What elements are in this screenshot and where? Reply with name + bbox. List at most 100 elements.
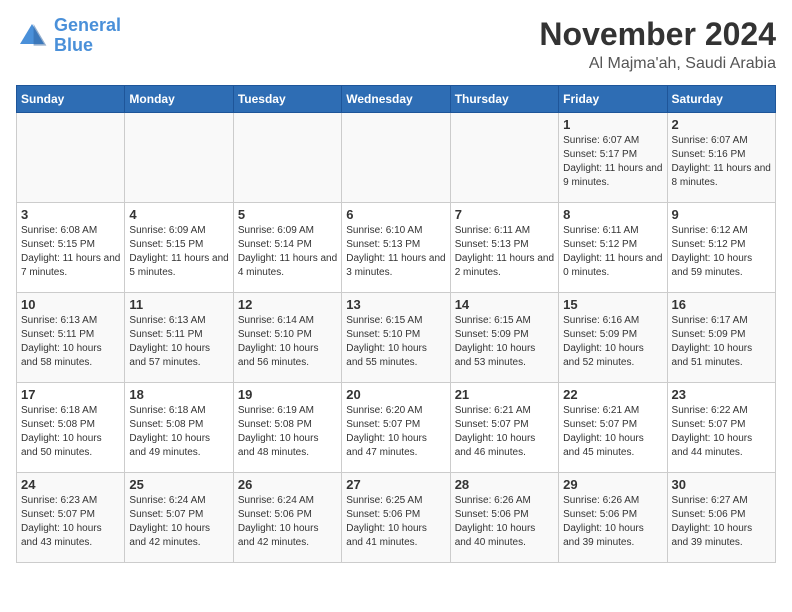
calendar-cell: 24 Sunrise: 6:23 AM Sunset: 5:07 PM Dayli… bbox=[17, 473, 125, 563]
calendar-cell: 25 Sunrise: 6:24 AM Sunset: 5:07 PM Dayli… bbox=[125, 473, 233, 563]
calendar-cell: 22Sunrise: 6:21 AM Sunset: 5:07 PM Dayli… bbox=[559, 383, 667, 473]
calendar-cell: 18 Sunrise: 6:18 AM Sunset: 5:08 PM Dayli… bbox=[125, 383, 233, 473]
calendar-cell bbox=[17, 113, 125, 203]
calendar-week-3: 10 Sunrise: 6:13 AM Sunset: 5:11 PM Dayli… bbox=[17, 293, 776, 383]
day-number: 25 bbox=[129, 477, 228, 492]
calendar-cell: 4 Sunrise: 6:09 AM Sunset: 5:15 PM Daylig… bbox=[125, 203, 233, 293]
day-info: Sunrise: 6:13 AM Sunset: 5:11 PM Dayligh… bbox=[21, 314, 120, 370]
calendar-cell: 9 Sunrise: 6:12 AM Sunset: 5:12 PM Daylig… bbox=[667, 203, 775, 293]
calendar-cell: 6Sunrise: 6:10 AM Sunset: 5:13 PM Daylig… bbox=[342, 203, 450, 293]
day-number: 11 bbox=[129, 297, 228, 312]
header-friday: Friday bbox=[559, 86, 667, 113]
logo-icon bbox=[16, 20, 48, 52]
day-number: 15 bbox=[563, 297, 662, 312]
header-monday: Monday bbox=[125, 86, 233, 113]
day-number: 1 bbox=[563, 117, 662, 132]
day-info: Sunrise: 6:26 AM Sunset: 5:06 PM Dayligh… bbox=[455, 494, 554, 550]
calendar-header: Sunday Monday Tuesday Wednesday Thursday… bbox=[17, 86, 776, 113]
day-number: 8 bbox=[563, 207, 662, 222]
calendar-cell: 15Sunrise: 6:16 AM Sunset: 5:09 PM Dayli… bbox=[559, 293, 667, 383]
day-info: Sunrise: 6:13 AM Sunset: 5:11 PM Dayligh… bbox=[129, 314, 228, 370]
location-title: Al Majma'ah, Saudi Arabia bbox=[539, 55, 776, 73]
day-number: 19 bbox=[238, 387, 337, 402]
day-number: 22 bbox=[563, 387, 662, 402]
calendar-cell: 26Sunrise: 6:24 AM Sunset: 5:06 PM Dayli… bbox=[233, 473, 341, 563]
month-title: November 2024 bbox=[539, 16, 776, 53]
calendar-cell: 3 Sunrise: 6:08 AM Sunset: 5:15 PM Daylig… bbox=[17, 203, 125, 293]
day-info: Sunrise: 6:07 AM Sunset: 5:17 PM Dayligh… bbox=[563, 134, 662, 190]
day-info: Sunrise: 6:27 AM Sunset: 5:06 PM Dayligh… bbox=[672, 494, 771, 550]
logo: General Blue bbox=[16, 16, 121, 56]
calendar-cell: 17Sunrise: 6:18 AM Sunset: 5:08 PM Dayli… bbox=[17, 383, 125, 473]
day-number: 4 bbox=[129, 207, 228, 222]
day-info: Sunrise: 6:22 AM Sunset: 5:07 PM Dayligh… bbox=[672, 404, 771, 460]
day-number: 20 bbox=[346, 387, 445, 402]
calendar-cell: 29 Sunrise: 6:26 AM Sunset: 5:06 PM Dayli… bbox=[559, 473, 667, 563]
day-info: Sunrise: 6:15 AM Sunset: 5:10 PM Dayligh… bbox=[346, 314, 445, 370]
logo-line2: Blue bbox=[54, 35, 93, 55]
page-header: General Blue November 2024 Al Majma'ah, … bbox=[16, 16, 776, 73]
day-number: 12 bbox=[238, 297, 337, 312]
calendar-cell: 28 Sunrise: 6:26 AM Sunset: 5:06 PM Dayli… bbox=[450, 473, 558, 563]
day-info: Sunrise: 6:10 AM Sunset: 5:13 PM Dayligh… bbox=[346, 224, 445, 280]
day-number: 17 bbox=[21, 387, 120, 402]
day-info: Sunrise: 6:11 AM Sunset: 5:13 PM Dayligh… bbox=[455, 224, 554, 280]
calendar-cell: 30 Sunrise: 6:27 AM Sunset: 5:06 PM Dayli… bbox=[667, 473, 775, 563]
day-number: 18 bbox=[129, 387, 228, 402]
logo-text: General Blue bbox=[54, 16, 121, 56]
day-info: Sunrise: 6:17 AM Sunset: 5:09 PM Dayligh… bbox=[672, 314, 771, 370]
header-sunday: Sunday bbox=[17, 86, 125, 113]
day-info: Sunrise: 6:24 AM Sunset: 5:06 PM Dayligh… bbox=[238, 494, 337, 550]
day-number: 5 bbox=[238, 207, 337, 222]
calendar-cell: 10 Sunrise: 6:13 AM Sunset: 5:11 PM Dayli… bbox=[17, 293, 125, 383]
day-number: 7 bbox=[455, 207, 554, 222]
day-info: Sunrise: 6:24 AM Sunset: 5:07 PM Dayligh… bbox=[129, 494, 228, 550]
day-info: Sunrise: 6:19 AM Sunset: 5:08 PM Dayligh… bbox=[238, 404, 337, 460]
day-info: Sunrise: 6:26 AM Sunset: 5:06 PM Dayligh… bbox=[563, 494, 662, 550]
day-info: Sunrise: 6:11 AM Sunset: 5:12 PM Dayligh… bbox=[563, 224, 662, 280]
calendar-cell: 12 Sunrise: 6:14 AM Sunset: 5:10 PM Dayli… bbox=[233, 293, 341, 383]
day-number: 9 bbox=[672, 207, 771, 222]
day-number: 24 bbox=[21, 477, 120, 492]
title-block: November 2024 Al Majma'ah, Saudi Arabia bbox=[539, 16, 776, 73]
day-info: Sunrise: 6:12 AM Sunset: 5:12 PM Dayligh… bbox=[672, 224, 771, 280]
day-info: Sunrise: 6:14 AM Sunset: 5:10 PM Dayligh… bbox=[238, 314, 337, 370]
calendar-week-4: 17 Sunrise: 6:18 AM Sunset: 5:08 PM Dayli… bbox=[17, 383, 776, 473]
calendar-cell: 21Sunrise: 6:21 AM Sunset: 5:07 PM Dayli… bbox=[450, 383, 558, 473]
calendar-cell: 5Sunrise: 6:09 AM Sunset: 5:14 PM Daylig… bbox=[233, 203, 341, 293]
logo-line1: General bbox=[54, 15, 121, 35]
day-number: 2 bbox=[672, 117, 771, 132]
day-number: 14 bbox=[455, 297, 554, 312]
calendar-cell bbox=[233, 113, 341, 203]
day-number: 28 bbox=[455, 477, 554, 492]
day-number: 29 bbox=[563, 477, 662, 492]
day-info: Sunrise: 6:18 AM Sunset: 5:08 PM Dayligh… bbox=[129, 404, 228, 460]
calendar-table: Sunday Monday Tuesday Wednesday Thursday… bbox=[16, 85, 776, 563]
calendar-cell: 7 Sunrise: 6:11 AM Sunset: 5:13 PM Daylig… bbox=[450, 203, 558, 293]
calendar-cell: 2 Sunrise: 6:07 AM Sunset: 5:16 PM Daylig… bbox=[667, 113, 775, 203]
calendar-cell: 19 Sunrise: 6:19 AM Sunset: 5:08 PM Dayli… bbox=[233, 383, 341, 473]
calendar-cell: 20 Sunrise: 6:20 AM Sunset: 5:07 PM Dayli… bbox=[342, 383, 450, 473]
calendar-week-5: 24 Sunrise: 6:23 AM Sunset: 5:07 PM Dayli… bbox=[17, 473, 776, 563]
day-info: Sunrise: 6:07 AM Sunset: 5:16 PM Dayligh… bbox=[672, 134, 771, 190]
calendar-body: 1 Sunrise: 6:07 AM Sunset: 5:17 PM Daylig… bbox=[17, 113, 776, 563]
day-info: Sunrise: 6:08 AM Sunset: 5:15 PM Dayligh… bbox=[21, 224, 120, 280]
calendar-week-1: 1 Sunrise: 6:07 AM Sunset: 5:17 PM Daylig… bbox=[17, 113, 776, 203]
header-row: Sunday Monday Tuesday Wednesday Thursday… bbox=[17, 86, 776, 113]
calendar-cell: 13 Sunrise: 6:15 AM Sunset: 5:10 PM Dayli… bbox=[342, 293, 450, 383]
day-number: 23 bbox=[672, 387, 771, 402]
day-number: 16 bbox=[672, 297, 771, 312]
day-number: 3 bbox=[21, 207, 120, 222]
day-number: 30 bbox=[672, 477, 771, 492]
calendar-cell: 27Sunrise: 6:25 AM Sunset: 5:06 PM Dayli… bbox=[342, 473, 450, 563]
day-number: 10 bbox=[21, 297, 120, 312]
day-info: Sunrise: 6:23 AM Sunset: 5:07 PM Dayligh… bbox=[21, 494, 120, 550]
calendar-week-2: 3 Sunrise: 6:08 AM Sunset: 5:15 PM Daylig… bbox=[17, 203, 776, 293]
day-info: Sunrise: 6:20 AM Sunset: 5:07 PM Dayligh… bbox=[346, 404, 445, 460]
calendar-cell: 8 Sunrise: 6:11 AM Sunset: 5:12 PM Daylig… bbox=[559, 203, 667, 293]
header-thursday: Thursday bbox=[450, 86, 558, 113]
day-info: Sunrise: 6:09 AM Sunset: 5:15 PM Dayligh… bbox=[129, 224, 228, 280]
calendar-cell: 1 Sunrise: 6:07 AM Sunset: 5:17 PM Daylig… bbox=[559, 113, 667, 203]
calendar-cell bbox=[342, 113, 450, 203]
day-number: 13 bbox=[346, 297, 445, 312]
